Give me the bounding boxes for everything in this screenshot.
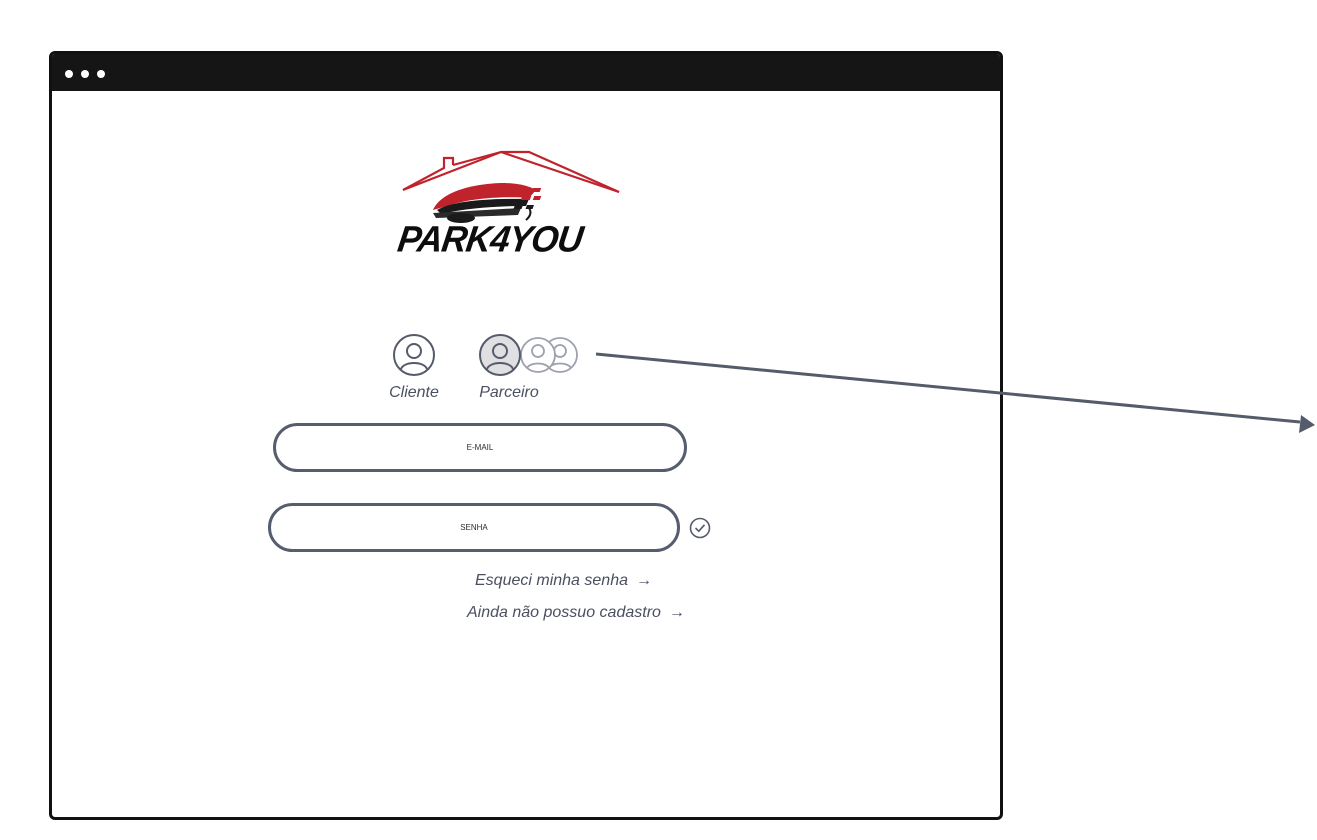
- window-dot-icon: [97, 70, 105, 78]
- window-dot-icon: [65, 70, 73, 78]
- partner-option[interactable]: Parceiro: [479, 333, 580, 402]
- forgot-password-label: Esqueci minha senha: [475, 572, 628, 589]
- email-field[interactable]: [273, 423, 687, 472]
- browser-window: PARK4YOU Cliente Parceiro E-MAIL Esqueci…: [49, 51, 1003, 820]
- signup-label: Ainda não possuo cadastro: [467, 604, 661, 621]
- window-dot-icon: [81, 70, 89, 78]
- group-users-icon: [479, 334, 578, 376]
- user-icon: [393, 334, 435, 376]
- check-circle-icon: [689, 517, 711, 539]
- arrow-right-icon: →: [635, 572, 652, 589]
- password-input[interactable]: [309, 522, 639, 533]
- signup-link[interactable]: Ainda não possuo cadastro →: [467, 604, 685, 622]
- forgot-password-link[interactable]: Esqueci minha senha →: [475, 572, 652, 590]
- email-input[interactable]: [314, 442, 646, 453]
- password-field[interactable]: [268, 503, 680, 552]
- brand-name: PARK4YOU: [395, 219, 585, 260]
- window-titlebar: [52, 54, 1000, 91]
- partner-label: Parceiro: [479, 384, 539, 401]
- canvas: PARK4YOU Cliente Parceiro E-MAIL Esqueci…: [0, 0, 1317, 840]
- arrow-right-icon: →: [668, 604, 685, 621]
